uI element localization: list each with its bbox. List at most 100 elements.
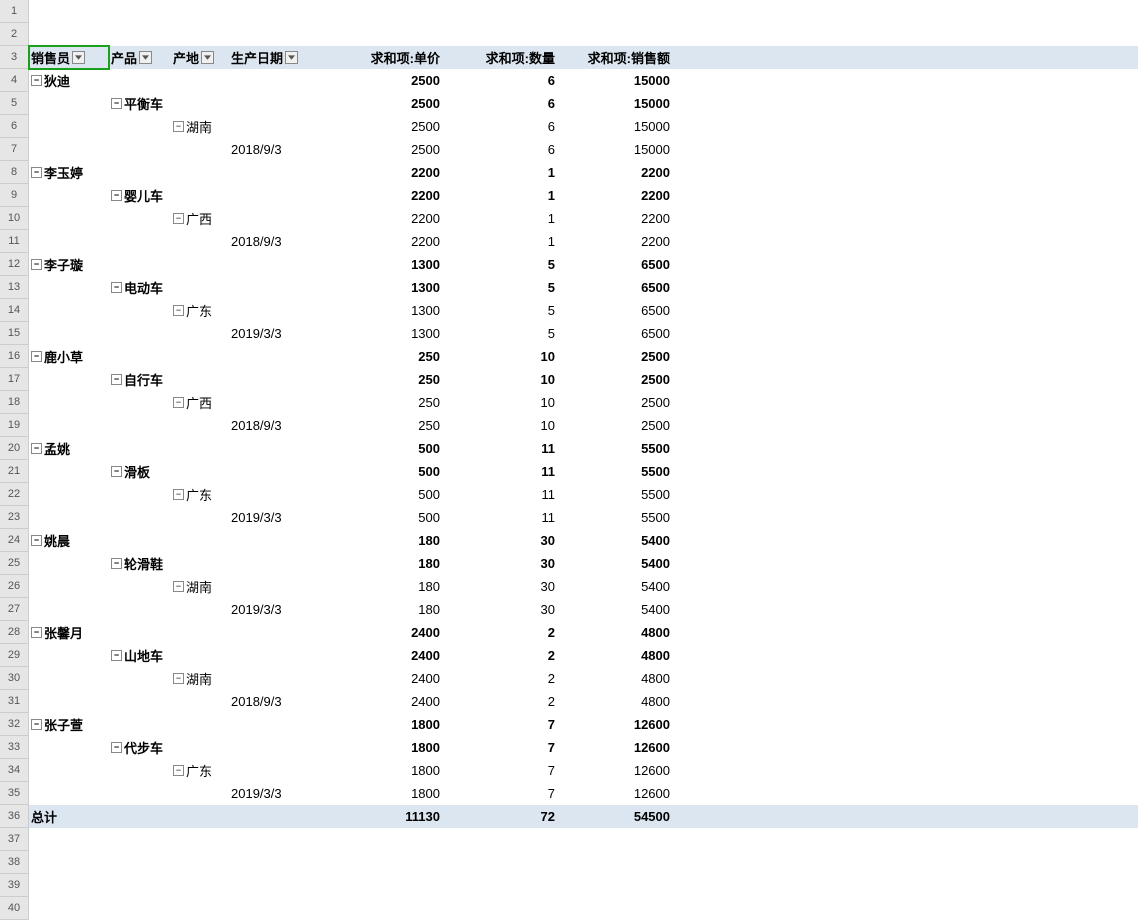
cell[interactable] bbox=[109, 161, 171, 184]
row-header[interactable]: 8 bbox=[0, 161, 28, 184]
cell[interactable]: 6 bbox=[442, 138, 557, 161]
row-header[interactable]: 24 bbox=[0, 529, 28, 552]
collapse-icon[interactable]: − bbox=[31, 167, 42, 178]
collapse-icon[interactable]: − bbox=[31, 719, 42, 730]
cell[interactable]: 7 bbox=[442, 736, 557, 759]
cell[interactable]: 500 bbox=[327, 460, 442, 483]
row-header[interactable]: 15 bbox=[0, 322, 28, 345]
cell[interactable] bbox=[109, 621, 171, 644]
row-header[interactable]: 39 bbox=[0, 874, 28, 897]
cell[interactable]: 6500 bbox=[557, 322, 672, 345]
cell[interactable] bbox=[171, 506, 229, 529]
cell[interactable] bbox=[171, 92, 229, 115]
cell[interactable]: 15000 bbox=[557, 115, 672, 138]
cell[interactable]: 2 bbox=[442, 644, 557, 667]
cell[interactable]: 1800 bbox=[327, 759, 442, 782]
cell[interactable] bbox=[29, 759, 109, 782]
cell[interactable]: 180 bbox=[327, 529, 442, 552]
cell[interactable] bbox=[171, 253, 229, 276]
cell[interactable]: −广西 bbox=[171, 207, 229, 230]
cell[interactable] bbox=[109, 345, 171, 368]
cell[interactable]: 4800 bbox=[557, 644, 672, 667]
cell[interactable]: 2200 bbox=[327, 230, 442, 253]
collapse-icon[interactable]: − bbox=[31, 535, 42, 546]
cell[interactable]: 4800 bbox=[557, 690, 672, 713]
cell[interactable]: 180 bbox=[327, 598, 442, 621]
cell[interactable]: −山地车 bbox=[109, 644, 171, 667]
cell[interactable]: 2018/9/3 bbox=[229, 414, 327, 437]
cell[interactable]: 2200 bbox=[327, 207, 442, 230]
cell[interactable]: −轮滑鞋 bbox=[109, 552, 171, 575]
collapse-icon[interactable]: − bbox=[111, 282, 122, 293]
collapse-icon[interactable]: − bbox=[31, 627, 42, 638]
cell[interactable]: 180 bbox=[327, 575, 442, 598]
cell[interactable] bbox=[109, 207, 171, 230]
cell[interactable]: 1300 bbox=[327, 322, 442, 345]
row-header[interactable]: 17 bbox=[0, 368, 28, 391]
cell[interactable]: 15000 bbox=[557, 138, 672, 161]
cell[interactable]: 5 bbox=[442, 276, 557, 299]
cell[interactable]: 7 bbox=[442, 713, 557, 736]
header-sum-qty[interactable]: 求和项:数量 bbox=[442, 46, 557, 69]
cell[interactable]: 180 bbox=[327, 552, 442, 575]
cell[interactable] bbox=[171, 782, 229, 805]
collapse-icon[interactable]: − bbox=[173, 489, 184, 500]
cell[interactable] bbox=[229, 345, 327, 368]
collapse-icon[interactable]: − bbox=[31, 75, 42, 86]
collapse-icon[interactable]: − bbox=[173, 121, 184, 132]
collapse-icon[interactable]: − bbox=[31, 259, 42, 270]
cell[interactable]: 500 bbox=[327, 506, 442, 529]
cell[interactable] bbox=[29, 782, 109, 805]
collapse-icon[interactable]: − bbox=[111, 374, 122, 385]
cell[interactable] bbox=[171, 138, 229, 161]
cell[interactable] bbox=[229, 575, 327, 598]
cell[interactable]: −广东 bbox=[171, 483, 229, 506]
row-header[interactable]: 12 bbox=[0, 253, 28, 276]
collapse-icon[interactable]: − bbox=[173, 213, 184, 224]
cell[interactable] bbox=[229, 161, 327, 184]
collapse-icon[interactable]: − bbox=[173, 765, 184, 776]
row-header[interactable]: 26 bbox=[0, 575, 28, 598]
cell[interactable] bbox=[29, 506, 109, 529]
row-header[interactable]: 13 bbox=[0, 276, 28, 299]
row-header[interactable]: 9 bbox=[0, 184, 28, 207]
collapse-icon[interactable]: − bbox=[111, 558, 122, 569]
cell[interactable] bbox=[229, 253, 327, 276]
cell[interactable]: 250 bbox=[327, 345, 442, 368]
row-header[interactable]: 11 bbox=[0, 230, 28, 253]
cell[interactable] bbox=[171, 713, 229, 736]
cell[interactable]: −姚晨 bbox=[29, 529, 109, 552]
cell[interactable] bbox=[109, 230, 171, 253]
cell[interactable] bbox=[171, 184, 229, 207]
cell[interactable]: −电动车 bbox=[109, 276, 171, 299]
cell[interactable]: 5500 bbox=[557, 483, 672, 506]
row-header[interactable]: 38 bbox=[0, 851, 28, 874]
cell[interactable] bbox=[109, 598, 171, 621]
cell[interactable]: 2 bbox=[442, 667, 557, 690]
row-header[interactable]: 3 bbox=[0, 46, 28, 69]
cell[interactable] bbox=[29, 736, 109, 759]
cell[interactable] bbox=[109, 713, 171, 736]
cell[interactable]: 11 bbox=[442, 460, 557, 483]
row-header[interactable]: 29 bbox=[0, 644, 28, 667]
row-header[interactable]: 27 bbox=[0, 598, 28, 621]
cell[interactable]: −广东 bbox=[171, 759, 229, 782]
cell[interactable]: 500 bbox=[327, 437, 442, 460]
collapse-icon[interactable]: − bbox=[173, 397, 184, 408]
row-header[interactable]: 14 bbox=[0, 299, 28, 322]
cell[interactable]: 2200 bbox=[557, 184, 672, 207]
filter-dropdown-icon[interactable] bbox=[139, 51, 152, 64]
cell[interactable] bbox=[109, 759, 171, 782]
cell[interactable]: 10 bbox=[442, 414, 557, 437]
collapse-icon[interactable]: − bbox=[111, 742, 122, 753]
collapse-icon[interactable]: − bbox=[173, 581, 184, 592]
cell[interactable] bbox=[29, 667, 109, 690]
cell[interactable]: 1800 bbox=[327, 736, 442, 759]
cell[interactable]: 6 bbox=[442, 69, 557, 92]
cell[interactable]: 12600 bbox=[557, 759, 672, 782]
row-header[interactable]: 34 bbox=[0, 759, 28, 782]
cell[interactable] bbox=[171, 598, 229, 621]
cell[interactable]: 12600 bbox=[557, 736, 672, 759]
cell[interactable]: 500 bbox=[327, 483, 442, 506]
row-header[interactable]: 18 bbox=[0, 391, 28, 414]
